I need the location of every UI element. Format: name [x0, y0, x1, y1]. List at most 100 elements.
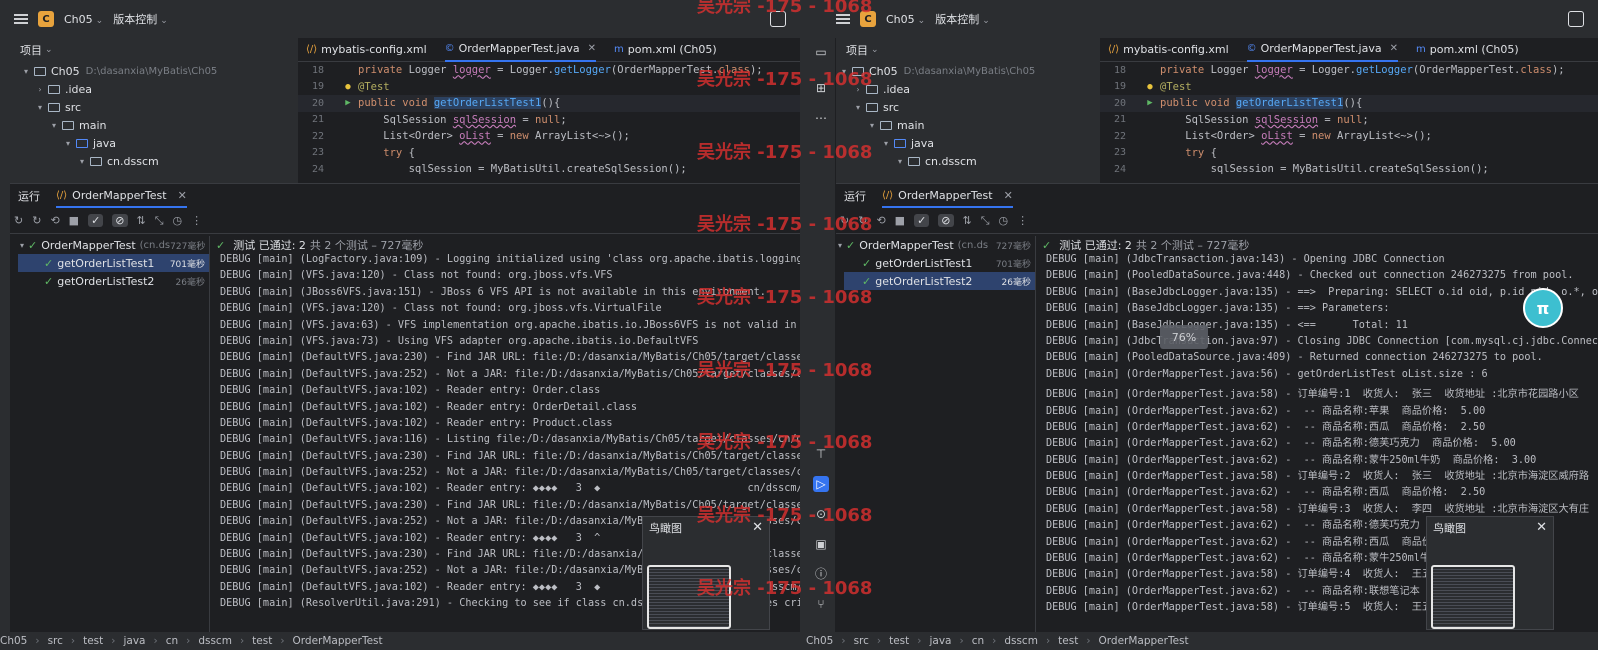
- test-row-2[interactable]: ✓ getOrderListTest2 26毫秒: [10, 272, 209, 290]
- stop-icon[interactable]: ■: [895, 214, 905, 227]
- show-ignored-icon[interactable]: ⊘: [112, 214, 128, 227]
- breadcrumb-separator: ›: [111, 635, 116, 647]
- breadcrumb-item[interactable]: src: [854, 635, 869, 647]
- tree-node-idea[interactable]: › .idea: [10, 80, 298, 98]
- breadcrumb-item[interactable]: cn: [166, 635, 178, 647]
- project-tree-header[interactable]: 项目 ⌄: [10, 38, 298, 62]
- project-view-icon[interactable]: ▭: [813, 44, 829, 60]
- close-tab-icon[interactable]: ✕: [1390, 43, 1398, 54]
- tab-order-mapper-test[interactable]: © OrderMapperTest.java ✕: [1246, 38, 1398, 62]
- project-selector[interactable]: Ch05 ⌄: [64, 13, 103, 26]
- test-row-2[interactable]: ✓ getOrderListTest2 26毫秒: [844, 272, 1035, 290]
- run-tool-icon[interactable]: ▷: [813, 476, 829, 492]
- toggle-auto-test-icon[interactable]: ⟲: [50, 214, 59, 227]
- tab-order-mapper-test[interactable]: © OrderMapperTest.java ✕: [444, 38, 596, 62]
- collapse-icon[interactable]: ⤡: [981, 214, 990, 228]
- console-line: DEBUG [main] (BaseJdbcLogger.java:135) -…: [1046, 286, 1598, 298]
- vcs-menu[interactable]: 版本控制 ⌄: [113, 11, 168, 27]
- fullscreen-icon[interactable]: [1568, 11, 1584, 27]
- toggle-auto-test-icon[interactable]: ⟲: [876, 214, 885, 227]
- project-tree: 项目 ⌄ ▾ Ch05 D:\dasanxia\MyBatis\Ch05 › .idea…: [10, 38, 298, 183]
- breadcrumb-item[interactable]: Ch05: [806, 635, 833, 647]
- breadcrumb-item[interactable]: OrderMapperTest: [293, 635, 383, 647]
- terminal-icon[interactable]: ▣: [813, 536, 829, 552]
- console-line: DEBUG [main] (BaseJdbcLogger.java:135) -…: [1046, 319, 1408, 331]
- birds-eye-popup[interactable]: 鸟瞰图 ✕: [1426, 516, 1554, 630]
- tree-node-main[interactable]: ▾ main: [10, 116, 298, 134]
- tree-node-idea[interactable]: › .idea: [836, 80, 1100, 98]
- breadcrumb-separator: ›: [917, 635, 922, 647]
- close-birds-eye-icon[interactable]: ✕: [1536, 520, 1547, 535]
- more-options-icon[interactable]: ⋮: [1017, 214, 1028, 227]
- breadcrumb-item[interactable]: test: [252, 635, 272, 647]
- breadcrumb-item[interactable]: src: [48, 635, 63, 647]
- history-icon[interactable]: ◷: [173, 214, 183, 227]
- watermark: 吴光宗 -175 - 1068: [697, 69, 873, 90]
- birds-eye-popup[interactable]: 鸟瞰图 ✕: [642, 516, 770, 630]
- stop-icon[interactable]: ■: [69, 214, 79, 227]
- main-menu-icon[interactable]: [14, 14, 28, 24]
- history-icon[interactable]: ◷: [999, 214, 1009, 227]
- show-ignored-icon[interactable]: ⊘: [938, 214, 954, 227]
- maven-file-icon: m: [1415, 44, 1426, 55]
- run-config-tab[interactable]: ⟨/⟩ OrderMapperTest ✕: [882, 184, 1013, 208]
- rerun-failed-icon[interactable]: ↻: [32, 214, 41, 227]
- run-panel-title: 运行 ⟨/⟩ OrderMapperTest ✕: [836, 184, 1598, 208]
- test-row-1[interactable]: ✓ getOrderListTest1 701毫秒: [836, 254, 1035, 272]
- breadcrumb-separator: ›: [992, 635, 997, 647]
- assistant-avatar-icon[interactable]: π: [1523, 288, 1563, 328]
- watermark: 吴光宗 -175 - 1068: [697, 360, 873, 381]
- run-panel-title: 运行 ⟨/⟩ OrderMapperTest ✕: [10, 184, 800, 208]
- project-selector[interactable]: Ch05 ⌄: [886, 13, 925, 26]
- rerun-icon[interactable]: ↻: [14, 214, 23, 227]
- xml-file-icon: ⟨/⟩: [1108, 44, 1120, 55]
- code-lines[interactable]: 18 private Logger logger = Logger. getLogg…: [1100, 62, 1598, 178]
- run-config-tab[interactable]: ⟨/⟩ OrderMapperTest ✕: [56, 184, 187, 208]
- console-line: DEBUG [main] (OrderMapperTest.java:58) -…: [1046, 471, 1590, 483]
- test-row-1[interactable]: ✓ getOrderListTest1 701毫秒: [18, 254, 209, 272]
- sort-icon[interactable]: ⇅: [963, 214, 972, 227]
- breadcrumb-item[interactable]: OrderMapperTest: [1099, 635, 1189, 647]
- title-bar: C Ch05 ⌄ 版本控制 ⌄: [0, 0, 800, 38]
- breadcrumb-item[interactable]: dsscm: [1004, 635, 1038, 647]
- breadcrumb-item[interactable]: cn: [972, 635, 984, 647]
- show-passed-icon[interactable]: ✓: [88, 214, 104, 227]
- collapse-icon[interactable]: ⤡: [155, 214, 164, 228]
- console-line: DEBUG [main] (OrderMapperTest.java:58) -…: [1046, 503, 1590, 515]
- test-suite-row[interactable]: ▾ ✓ OrderMapperTest (cn.ds 727毫秒: [10, 236, 209, 254]
- tree-node-src[interactable]: ▾ src: [836, 98, 1100, 116]
- console-line: DEBUG [main] (OrderMapperTest.java:56) -…: [1046, 368, 1488, 380]
- more-tools-icon[interactable]: ⋯: [813, 110, 829, 126]
- tab-pom[interactable]: m pom.xml (Ch05): [614, 38, 717, 62]
- breadcrumb-item[interactable]: test: [83, 635, 103, 647]
- class-file-icon: ©: [1246, 43, 1257, 54]
- tree-node-package[interactable]: ▾ cn.dsscm: [836, 152, 1100, 170]
- tree-node-java[interactable]: ▾ java: [836, 134, 1100, 152]
- breadcrumb-item[interactable]: java: [929, 635, 951, 647]
- tree-node-package[interactable]: ▾ cn.dsscm: [10, 152, 298, 170]
- breadcrumb-item[interactable]: test: [1058, 635, 1078, 647]
- show-passed-icon[interactable]: ✓: [914, 214, 930, 227]
- tab-mybatis-config[interactable]: ⟨/⟩ mybatis-config.xml: [306, 38, 427, 62]
- project-tree-header[interactable]: 项目 ⌄: [836, 38, 1100, 62]
- vcs-menu[interactable]: 版本控制 ⌄: [935, 11, 990, 27]
- close-tab-icon[interactable]: ✕: [588, 43, 596, 54]
- tree-node-java[interactable]: ▾ java: [10, 134, 298, 152]
- sort-icon[interactable]: ⇅: [137, 214, 146, 227]
- breadcrumb-item[interactable]: test: [889, 635, 909, 647]
- tree-node-root[interactable]: ▾ Ch05 D:\dasanxia\MyBatis\Ch05: [10, 62, 298, 80]
- test-suite-row[interactable]: ▾ ✓ OrderMapperTest (cn.ds 727毫秒: [836, 236, 1035, 254]
- birds-eye-thumbnail[interactable]: [1431, 565, 1515, 629]
- close-run-tab-icon[interactable]: ✕: [178, 189, 187, 202]
- tree-node-root[interactable]: ▾ Ch05 D:\dasanxia\MyBatis\Ch05: [836, 62, 1100, 80]
- close-run-tab-icon[interactable]: ✕: [1004, 189, 1013, 202]
- status-breadcrumb: Ch05 › src › test › java › cn › dsscm › test › OrderMa…: [806, 632, 1598, 650]
- tree-node-src[interactable]: ▾ src: [10, 98, 298, 116]
- tab-pom[interactable]: m pom.xml (Ch05): [1416, 38, 1519, 62]
- tree-node-main[interactable]: ▾ main: [836, 116, 1100, 134]
- breadcrumb-item[interactable]: Ch05: [0, 635, 27, 647]
- more-options-icon[interactable]: ⋮: [191, 214, 202, 227]
- tab-mybatis-config[interactable]: ⟨/⟩ mybatis-config.xml: [1108, 38, 1229, 62]
- breadcrumb-item[interactable]: java: [123, 635, 145, 647]
- breadcrumb-item[interactable]: dsscm: [198, 635, 232, 647]
